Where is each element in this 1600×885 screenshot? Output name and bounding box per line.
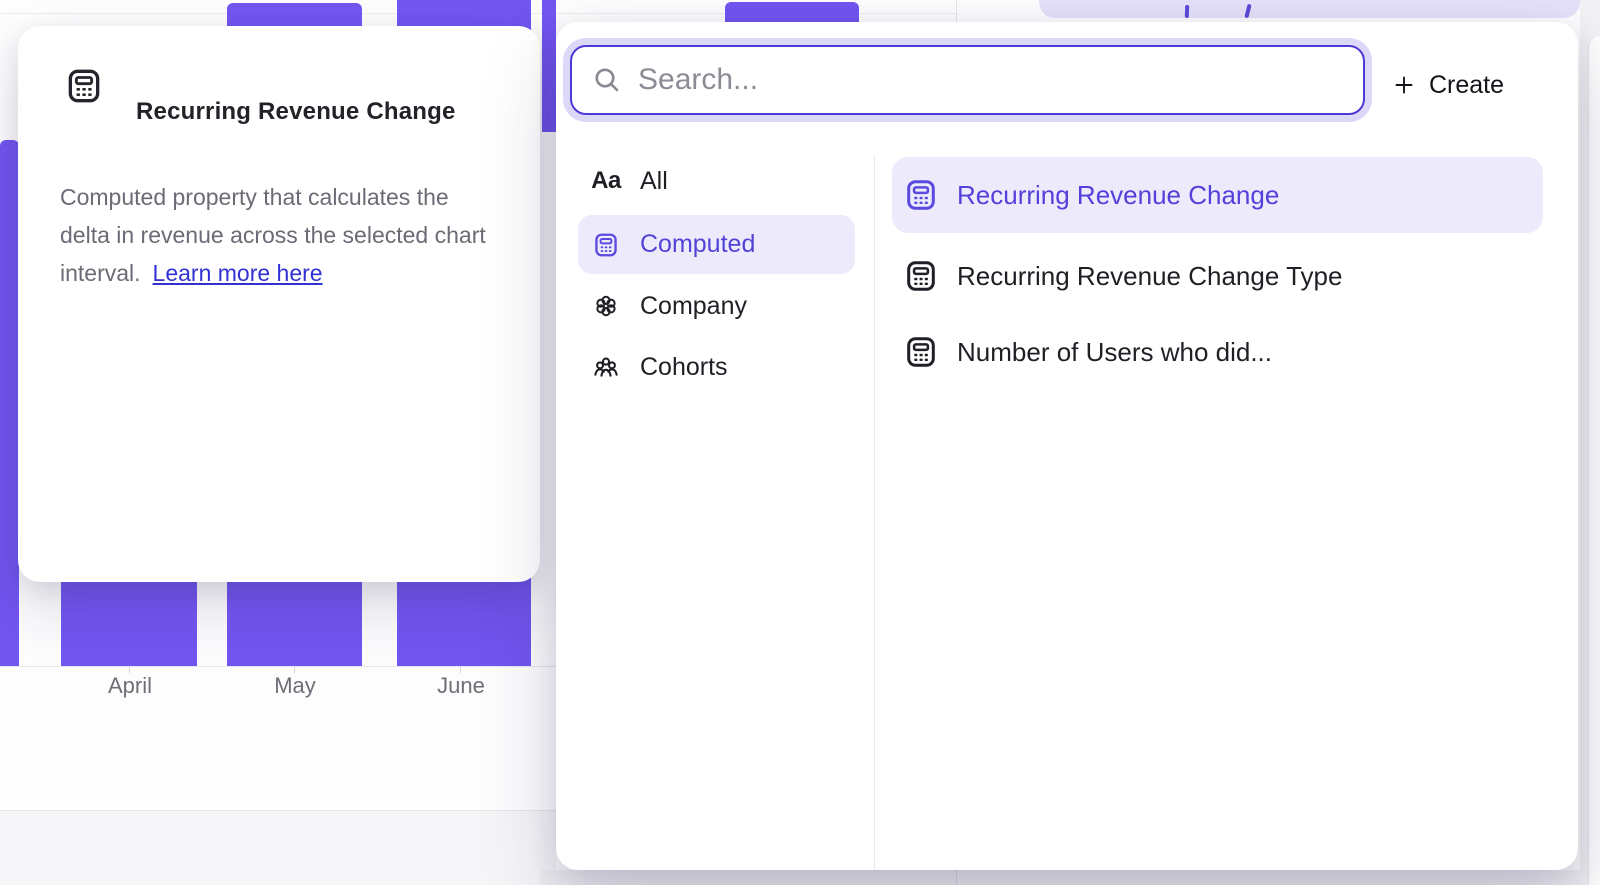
filter-item-all[interactable]: Aa All (578, 151, 855, 211)
description-line: Computed property that calculates the (60, 184, 449, 210)
card-boundary-line (956, 0, 957, 22)
chip-text-fragment (1185, 5, 1189, 18)
column-divider (874, 155, 875, 870)
search-icon (592, 65, 622, 95)
property-tooltip-card: Recurring Revenue Change Computed proper… (18, 26, 540, 582)
create-button-label: Create (1429, 71, 1504, 100)
tooltip-title: Recurring Revenue Change (136, 98, 456, 126)
page-background (0, 811, 556, 885)
filter-label: Computed (640, 230, 755, 259)
result-item-number-of-users[interactable]: Number of Users who did... (892, 314, 1543, 390)
right-sidebar-card-edge (1588, 36, 1600, 885)
axis-label-may: May (274, 673, 316, 699)
calculator-icon (903, 258, 939, 294)
axis-label-june: June (437, 673, 485, 699)
plus-icon (1392, 73, 1416, 97)
result-label: Recurring Revenue Change Type (957, 261, 1342, 292)
calculator-icon (64, 66, 104, 111)
filter-label: Company (640, 292, 747, 321)
page-background (540, 870, 1600, 885)
calculator-icon (592, 231, 620, 259)
description-line: delta in revenue across the selected cha… (60, 222, 486, 248)
property-picker-panel: Create Aa All Computed Company Cohorts (556, 22, 1578, 870)
result-label: Number of Users who did... (957, 337, 1272, 368)
axis-tick (294, 666, 295, 673)
company-icon (592, 292, 620, 320)
screen: April May June Recurring Revenue Change … (0, 0, 1600, 885)
highlighted-property-chip (1039, 0, 1580, 18)
filter-label: Cohorts (640, 353, 728, 382)
calculator-icon (903, 177, 939, 213)
search-field[interactable] (570, 45, 1365, 115)
result-label: Recurring Revenue Change (957, 180, 1279, 211)
calculator-icon (903, 334, 939, 370)
card-boundary-line (956, 870, 957, 885)
tooltip-description: Computed property that calculates the de… (60, 178, 522, 292)
bar-march-partial (0, 140, 19, 666)
filter-label: All (640, 167, 668, 196)
chip-text-fragment (1244, 4, 1251, 18)
bar-july-sliver (542, 0, 556, 132)
description-line: interval. (60, 260, 141, 286)
x-axis-line (0, 666, 556, 667)
learn-more-link[interactable]: Learn more here (153, 260, 323, 286)
filter-item-computed[interactable]: Computed (578, 215, 855, 274)
result-item-recurring-revenue-change-type[interactable]: Recurring Revenue Change Type (892, 238, 1543, 314)
axis-tick (129, 666, 130, 673)
filter-item-cohorts[interactable]: Cohorts (578, 337, 855, 397)
axis-tick (460, 666, 461, 673)
filter-item-company[interactable]: Company (578, 276, 855, 336)
create-button[interactable]: Create (1392, 62, 1552, 108)
text-format-icon: Aa (592, 167, 620, 195)
cohorts-icon (592, 352, 620, 382)
axis-label-april: April (108, 673, 152, 699)
result-item-recurring-revenue-change[interactable]: Recurring Revenue Change (892, 157, 1543, 233)
search-input[interactable] (638, 63, 1345, 97)
